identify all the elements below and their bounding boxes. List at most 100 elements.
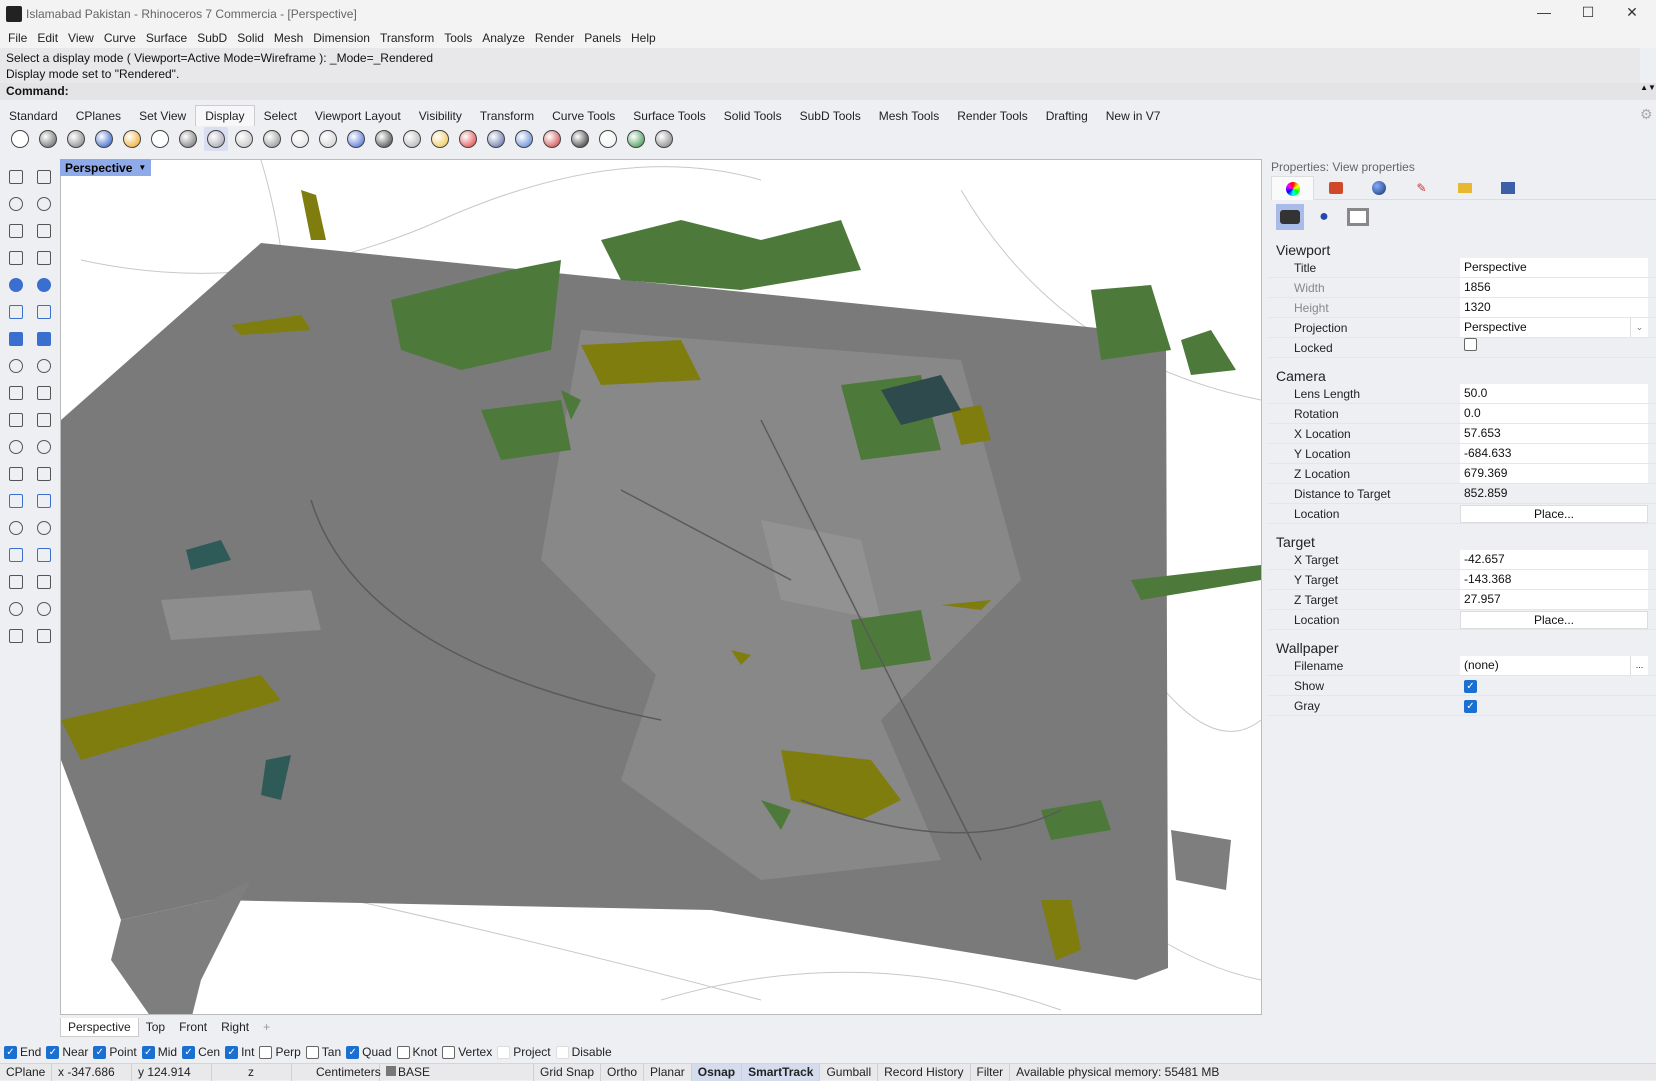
tab-cplanes[interactable]: CPlanes xyxy=(67,106,130,126)
rectangle-icon[interactable] xyxy=(32,246,56,270)
viewport-tab-perspective[interactable]: Perspective xyxy=(60,1017,139,1037)
group-icon[interactable] xyxy=(4,435,28,459)
osnap-mid[interactable]: ✓ Mid xyxy=(141,1045,177,1059)
gumball-toggle[interactable]: Gumball xyxy=(820,1063,879,1081)
tab-standard[interactable]: Standard xyxy=(0,106,67,126)
target-place-button[interactable]: Place... xyxy=(1460,610,1648,629)
menu-solid[interactable]: Solid xyxy=(237,31,264,45)
osnap-toggle[interactable]: Osnap xyxy=(691,1063,743,1081)
draft-angle-icon[interactable] xyxy=(400,127,424,151)
array-icon[interactable] xyxy=(4,516,28,540)
planar-toggle[interactable]: Planar xyxy=(644,1063,692,1081)
light-icon[interactable] xyxy=(456,127,480,151)
menu-panels[interactable]: Panels xyxy=(584,31,621,45)
viewport-tab-front[interactable]: Front xyxy=(172,1018,214,1036)
menu-tools[interactable]: Tools xyxy=(444,31,472,45)
cplane-status[interactable]: CPlane xyxy=(0,1063,52,1081)
tab-visibility[interactable]: Visibility xyxy=(410,106,471,126)
gear-icon[interactable]: ⚙ xyxy=(1640,106,1653,123)
trim-icon[interactable] xyxy=(4,408,28,432)
menu-surface[interactable]: Surface xyxy=(146,31,187,45)
osnap-checkbox[interactable] xyxy=(442,1045,456,1059)
show-checkbox[interactable]: ✓ xyxy=(1464,680,1477,693)
osnap-vertex[interactable]: Vertex xyxy=(442,1045,492,1059)
layer-status[interactable]: BASE xyxy=(380,1063,534,1081)
maximize-button[interactable]: ☐ xyxy=(1568,4,1608,24)
osnap-checkbox[interactable]: ✓ xyxy=(141,1045,155,1059)
shaded-icon[interactable] xyxy=(36,127,60,151)
xray-icon[interactable] xyxy=(120,127,144,151)
ellipse-icon[interactable] xyxy=(32,219,56,243)
osnap-disable[interactable]: Disable xyxy=(555,1045,612,1059)
perspective-viewport[interactable] xyxy=(60,159,1262,1015)
clipping-icon[interactable] xyxy=(540,127,564,151)
menu-analyze[interactable]: Analyze xyxy=(482,31,525,45)
command-scroll[interactable]: ▲▼ xyxy=(1640,83,1656,100)
browse-button[interactable]: ... xyxy=(1630,656,1648,675)
plane-icon[interactable] xyxy=(32,354,56,378)
technical-icon[interactable] xyxy=(148,127,172,151)
tab-display[interactable]: Display xyxy=(195,105,255,126)
pen-icon[interactable] xyxy=(204,127,228,151)
osnap-checkbox[interactable]: ✓ xyxy=(225,1045,239,1059)
y-target-field[interactable]: -143.368 xyxy=(1460,570,1648,589)
fillet-edge-icon[interactable] xyxy=(4,462,28,486)
target-subtab[interactable]: ● xyxy=(1310,204,1338,230)
menu-dimension[interactable]: Dimension xyxy=(313,31,370,45)
select-icon[interactable] xyxy=(4,165,28,189)
point-icon[interactable] xyxy=(32,165,56,189)
boolean-icon[interactable] xyxy=(4,381,28,405)
tab-curve-tools[interactable]: Curve Tools xyxy=(543,106,624,126)
artistic-icon[interactable] xyxy=(176,127,200,151)
box-icon[interactable] xyxy=(4,327,28,351)
polyline-icon[interactable] xyxy=(4,192,28,216)
osnap-checkbox[interactable] xyxy=(305,1045,319,1059)
record-history-toggle[interactable]: Record History xyxy=(878,1063,971,1081)
menu-view[interactable]: View xyxy=(68,31,94,45)
scale-icon[interactable] xyxy=(32,489,56,513)
z-target-field[interactable]: 27.957 xyxy=(1460,590,1648,609)
ghosted-icon[interactable] xyxy=(92,127,116,151)
points-on-icon[interactable] xyxy=(32,435,56,459)
osnap-end[interactable]: ✓ End xyxy=(4,1045,41,1059)
smarttrack-toggle[interactable]: SmartTrack xyxy=(742,1063,821,1081)
raytraced-icon[interactable] xyxy=(260,127,284,151)
split-icon[interactable] xyxy=(32,408,56,432)
help-tab[interactable] xyxy=(1486,176,1529,200)
filename-field[interactable]: (none)... xyxy=(1460,656,1648,675)
osnap-near[interactable]: ✓ Near xyxy=(46,1045,88,1059)
environment-icon[interactable] xyxy=(344,127,368,151)
color-icon[interactable] xyxy=(652,127,676,151)
circle-icon[interactable] xyxy=(4,219,28,243)
box-icon[interactable] xyxy=(624,127,648,151)
close-button[interactable]: ✕ xyxy=(1612,4,1652,24)
osnap-checkbox[interactable]: ✓ xyxy=(93,1045,107,1059)
menu-curve[interactable]: Curve xyxy=(104,31,136,45)
osnap-tan[interactable]: Tan xyxy=(305,1045,341,1059)
menu-edit[interactable]: Edit xyxy=(37,31,58,45)
tab-solid-tools[interactable]: Solid Tools xyxy=(715,106,791,126)
offset-icon[interactable] xyxy=(32,462,56,486)
osnap-quad[interactable]: ✓ Quad xyxy=(346,1045,392,1059)
tab-surface-tools[interactable]: Surface Tools xyxy=(624,106,715,126)
x-location-field[interactable]: 57.653 xyxy=(1460,424,1648,443)
menu-render[interactable]: Render xyxy=(535,31,574,45)
monitor-icon[interactable] xyxy=(596,127,620,151)
analyze-icon[interactable] xyxy=(4,624,28,648)
osnap-checkbox[interactable]: ✓ xyxy=(182,1045,196,1059)
layout-icon[interactable] xyxy=(4,597,28,621)
grid-array-icon[interactable] xyxy=(4,570,28,594)
menu-help[interactable]: Help xyxy=(631,31,656,45)
osnap-cen[interactable]: ✓ Cen xyxy=(182,1045,220,1059)
explode-icon[interactable] xyxy=(32,381,56,405)
osnap-checkbox[interactable] xyxy=(259,1045,273,1059)
osnap-point[interactable]: ✓ Point xyxy=(93,1045,137,1059)
hide-icon[interactable] xyxy=(568,127,592,151)
viewport-title-tab[interactable]: Perspective ▼ xyxy=(60,159,152,176)
arc-icon[interactable] xyxy=(4,273,28,297)
osnap-checkbox[interactable]: ✓ xyxy=(46,1045,60,1059)
rotation-field[interactable]: 0.0 xyxy=(1460,404,1648,423)
gumball-icon[interactable] xyxy=(32,570,56,594)
tab-transform[interactable]: Transform xyxy=(471,106,543,126)
wireframe-icon[interactable] xyxy=(8,127,32,151)
